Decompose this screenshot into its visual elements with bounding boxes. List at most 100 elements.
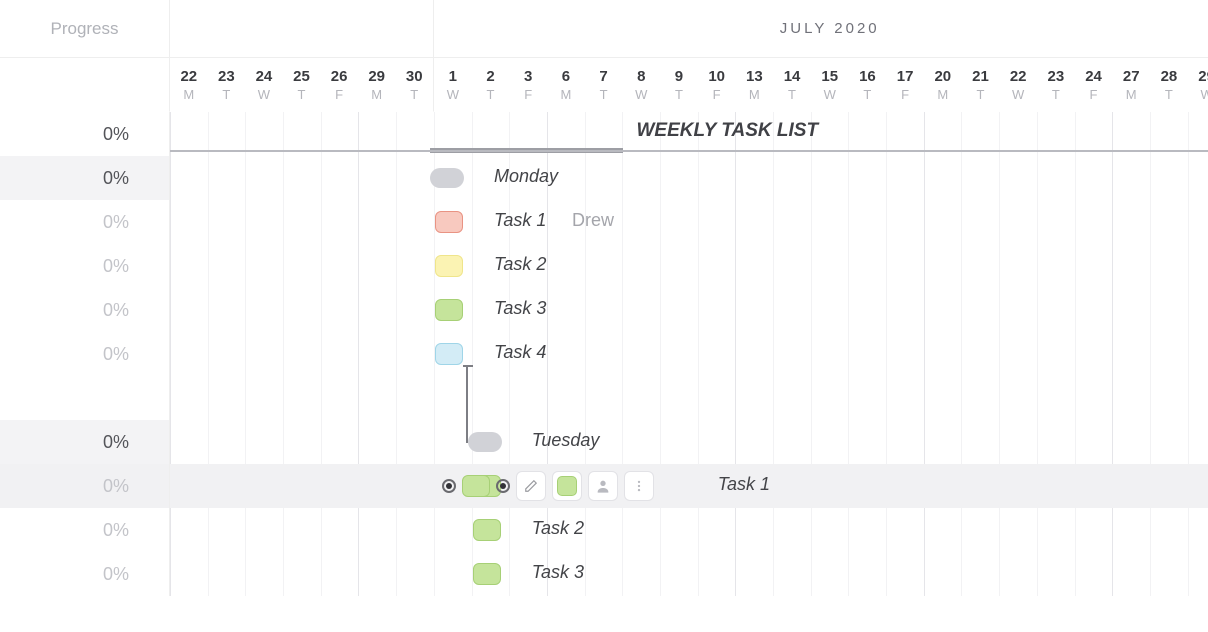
header-spacer (170, 0, 434, 58)
date-dow: T (1165, 87, 1173, 102)
date-cell[interactable]: 8W (622, 58, 660, 111)
date-cell[interactable]: 3F (509, 58, 547, 111)
date-cell[interactable]: 9T (660, 58, 698, 111)
date-dow: M (560, 87, 571, 102)
date-cell[interactable]: 6M (547, 58, 585, 111)
bar-area: Task 3 (170, 288, 1208, 332)
assignee-label: Drew (572, 210, 614, 231)
date-cell[interactable]: 22M (170, 58, 208, 111)
date-cell[interactable]: 21 T (962, 58, 1000, 111)
date-num: 24 (256, 68, 273, 85)
date-num: 25 (293, 68, 310, 85)
date-num: 1 (449, 68, 457, 85)
date-dow: T (976, 87, 984, 102)
dependency-line (463, 365, 473, 367)
date-dow: T (600, 87, 608, 102)
date-num: 22 (1010, 68, 1027, 85)
date-cell[interactable]: 25T (283, 58, 321, 111)
date-dow: T (788, 87, 796, 102)
date-cell[interactable]: 23T (1037, 58, 1075, 111)
date-dow: T (863, 87, 871, 102)
gantt-app: Progress JULY 2020 22M23T24W25T26F29M30T… (0, 0, 1208, 596)
date-cell[interactable]: 29 W (1188, 58, 1208, 111)
date-dow: M (183, 87, 194, 102)
date-num: 13 (746, 68, 763, 85)
date-dow: F (713, 87, 721, 102)
gantt-row[interactable]: 0%Tuesday (0, 420, 1208, 464)
month-banner: JULY 2020 (434, 0, 1208, 58)
gantt-row[interactable]: 0%Monday (0, 156, 1208, 200)
date-cell[interactable]: 10F (698, 58, 736, 111)
gantt-row[interactable]: 0%Task 4 (0, 332, 1208, 376)
date-cell[interactable]: 24W (245, 58, 283, 111)
radio-left[interactable] (442, 479, 456, 493)
date-cell[interactable]: 15W (811, 58, 849, 111)
date-cell[interactable]: 17F (886, 58, 924, 111)
date-cell[interactable]: 22W (999, 58, 1037, 111)
radio-right[interactable] (496, 479, 510, 493)
date-dow: M (937, 87, 948, 102)
task-marker[interactable] (473, 563, 501, 585)
edit-icon[interactable] (516, 471, 546, 501)
color-picker-icon[interactable] (552, 471, 582, 501)
date-cell[interactable]: 16T (849, 58, 887, 111)
bar-area: Task 2 (170, 508, 1208, 552)
date-num: 28 (1161, 68, 1178, 85)
date-cell[interactable]: 20M (924, 58, 962, 111)
date-cell[interactable]: 7T (585, 58, 623, 111)
gantt-row[interactable]: 0%Task 1 (0, 464, 1208, 508)
bar-area: Task 3 (170, 552, 1208, 596)
date-num: 27 (1123, 68, 1140, 85)
task-marker[interactable] (473, 519, 501, 541)
gantt-row[interactable]: 0%WEEKLY TASK LIST (0, 112, 1208, 156)
bar-area: WEEKLY TASK LIST (170, 112, 1208, 156)
day-pill[interactable] (468, 432, 502, 452)
progress-header-label: Progress (50, 19, 118, 39)
task-marker[interactable] (435, 211, 463, 233)
date-cell[interactable]: 23T (208, 58, 246, 111)
gantt-row[interactable]: 0% Task 3 (0, 288, 1208, 332)
task-marker[interactable] (435, 343, 463, 365)
gantt-row[interactable]: 0%Task 3 (0, 552, 1208, 596)
date-cell[interactable]: 28 T (1150, 58, 1188, 111)
date-dow: W (1200, 87, 1208, 102)
day-pill[interactable] (430, 168, 464, 188)
gantt-row[interactable]: 0%Task 1Drew (0, 200, 1208, 244)
date-num: 2 (486, 68, 494, 85)
date-dow: M (1126, 87, 1137, 102)
date-num: 29 (1198, 68, 1208, 85)
date-dow: W (635, 87, 647, 102)
gantt-row[interactable]: 0%Task 2 (0, 244, 1208, 288)
task-marker[interactable] (462, 475, 490, 497)
date-cell[interactable]: 14T (773, 58, 811, 111)
task-marker[interactable] (435, 299, 463, 321)
date-strip-spacer (0, 58, 170, 112)
bar-area: Task 2 (170, 244, 1208, 288)
date-cell[interactable]: 1W (434, 58, 472, 111)
assignee-icon[interactable] (588, 471, 618, 501)
date-cell[interactable]: 30T (395, 58, 433, 111)
progress-cell: 0% (0, 420, 170, 464)
date-dow: T (410, 87, 418, 102)
date-cell[interactable]: 2T (472, 58, 510, 111)
date-cell[interactable]: 24F (1075, 58, 1113, 111)
date-cell[interactable]: 26F (320, 58, 358, 111)
date-num: 3 (524, 68, 532, 85)
date-cell[interactable]: 29M (358, 58, 396, 111)
date-cell[interactable]: 13M (736, 58, 774, 111)
gantt-row[interactable]: 0%Task 2 (0, 508, 1208, 552)
task-label: Task 3 (494, 298, 546, 319)
progress-cell: 0% (0, 464, 170, 508)
more-icon[interactable] (624, 471, 654, 501)
date-num: 17 (897, 68, 914, 85)
date-cell[interactable]: 27 M (1112, 58, 1150, 111)
task-marker[interactable] (435, 255, 463, 277)
task-toolbar (442, 471, 654, 501)
date-num: 21 (972, 68, 989, 85)
date-num: 9 (675, 68, 683, 85)
date-dow: M (371, 87, 382, 102)
gantt-row[interactable] (0, 376, 1208, 420)
progress-cell: 0% (0, 288, 170, 332)
date-dow: F (1090, 87, 1098, 102)
date-dow: T (1052, 87, 1060, 102)
